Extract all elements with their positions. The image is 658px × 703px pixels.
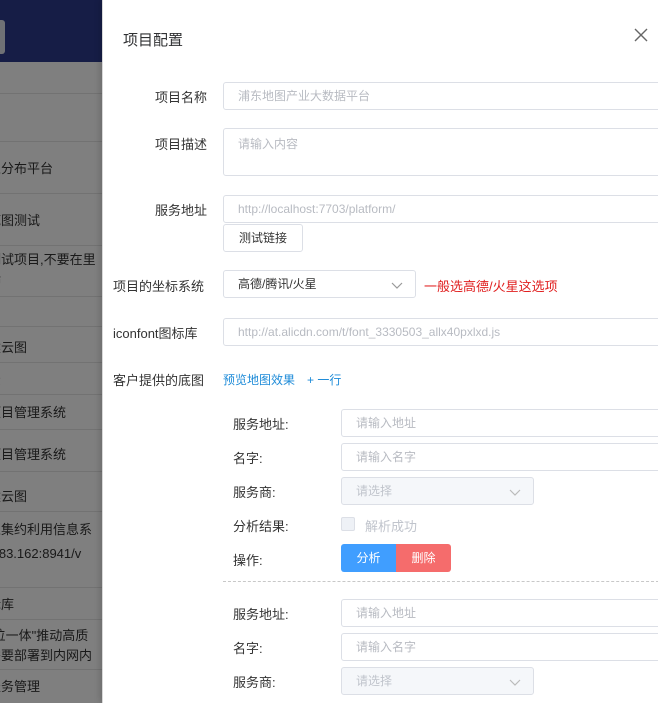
basemap-provider-select[interactable]: 请选择: [341, 667, 534, 695]
operations-label: 操作:: [233, 553, 263, 568]
drawer-title: 项目配置: [123, 32, 184, 49]
basemap-name-input[interactable]: 请输入名字: [341, 443, 658, 471]
modal-overlay[interactable]: [0, 0, 102, 703]
basemap-provider-label: 服务商:: [233, 485, 276, 500]
basemap-name-label: 名字:: [233, 641, 263, 656]
preview-map-link[interactable]: 预览地图效果: [223, 371, 295, 388]
close-icon[interactable]: [633, 27, 649, 43]
coordinate-system-select[interactable]: 高德/腾讯/火星: [223, 270, 416, 298]
project-name-input[interactable]: 浦东地图产业大数据平台: [223, 82, 658, 110]
basemap-provider-select[interactable]: 请选择: [341, 477, 534, 505]
chevron-down-icon: [391, 282, 403, 289]
coordinate-system-label: 项目的坐标系统: [113, 279, 205, 294]
project-description-textarea[interactable]: 请输入内容: [223, 128, 658, 176]
basemap-address-label: 服务地址:: [233, 417, 289, 432]
coordinate-system-hint: 一般选高德/火星这选项: [424, 279, 558, 294]
iconfont-input[interactable]: http://at.alicdn.com/t/font_3330503_allx…: [223, 318, 658, 346]
basemap-label: 客户提供的底图: [113, 373, 205, 388]
basemap-address-input[interactable]: 请输入地址: [341, 599, 658, 627]
basemap-provider-label: 服务商:: [233, 675, 276, 690]
basemap-provider-placeholder: 请选择: [356, 674, 393, 688]
basemap-name-label: 名字:: [233, 451, 263, 466]
basemap-address-label: 服务地址:: [233, 607, 289, 622]
basemap-address-input[interactable]: 请输入地址: [341, 409, 658, 437]
service-address-label: 服务地址: [155, 203, 208, 218]
add-row-link[interactable]: + 一行: [307, 371, 341, 388]
iconfont-label: iconfont图标库: [113, 326, 198, 341]
analysis-success-checkbox[interactable]: [341, 517, 355, 531]
delete-button[interactable]: 删除: [396, 544, 451, 572]
project-name-label: 项目名称: [155, 90, 208, 105]
chevron-down-icon: [509, 489, 521, 496]
service-address-input[interactable]: http://localhost:7703/platform/: [223, 195, 658, 223]
basemap-provider-placeholder: 请选择: [356, 484, 393, 498]
coordinate-system-value: 高德/腾讯/火星: [238, 277, 317, 291]
basemap-name-input[interactable]: 请输入名字: [341, 633, 658, 661]
test-link-button[interactable]: 测试链接: [223, 224, 303, 252]
analyze-button[interactable]: 分析: [341, 544, 396, 572]
project-config-drawer: 项目配置 项目名称 浦东地图产业大数据平台 项目描述 请输入内容 服务地址 ht…: [102, 0, 658, 703]
chevron-down-icon: [509, 679, 521, 686]
analysis-result-label: 分析结果:: [233, 519, 289, 534]
background-list: 业分布平台 底图测试 测试项目,不要在里据 图 建云图 资 项目管理系统 项目管…: [0, 0, 102, 703]
divider: [223, 581, 658, 582]
project-description-label: 项目描述: [155, 137, 208, 152]
analysis-success-label: 解析成功: [365, 519, 418, 534]
